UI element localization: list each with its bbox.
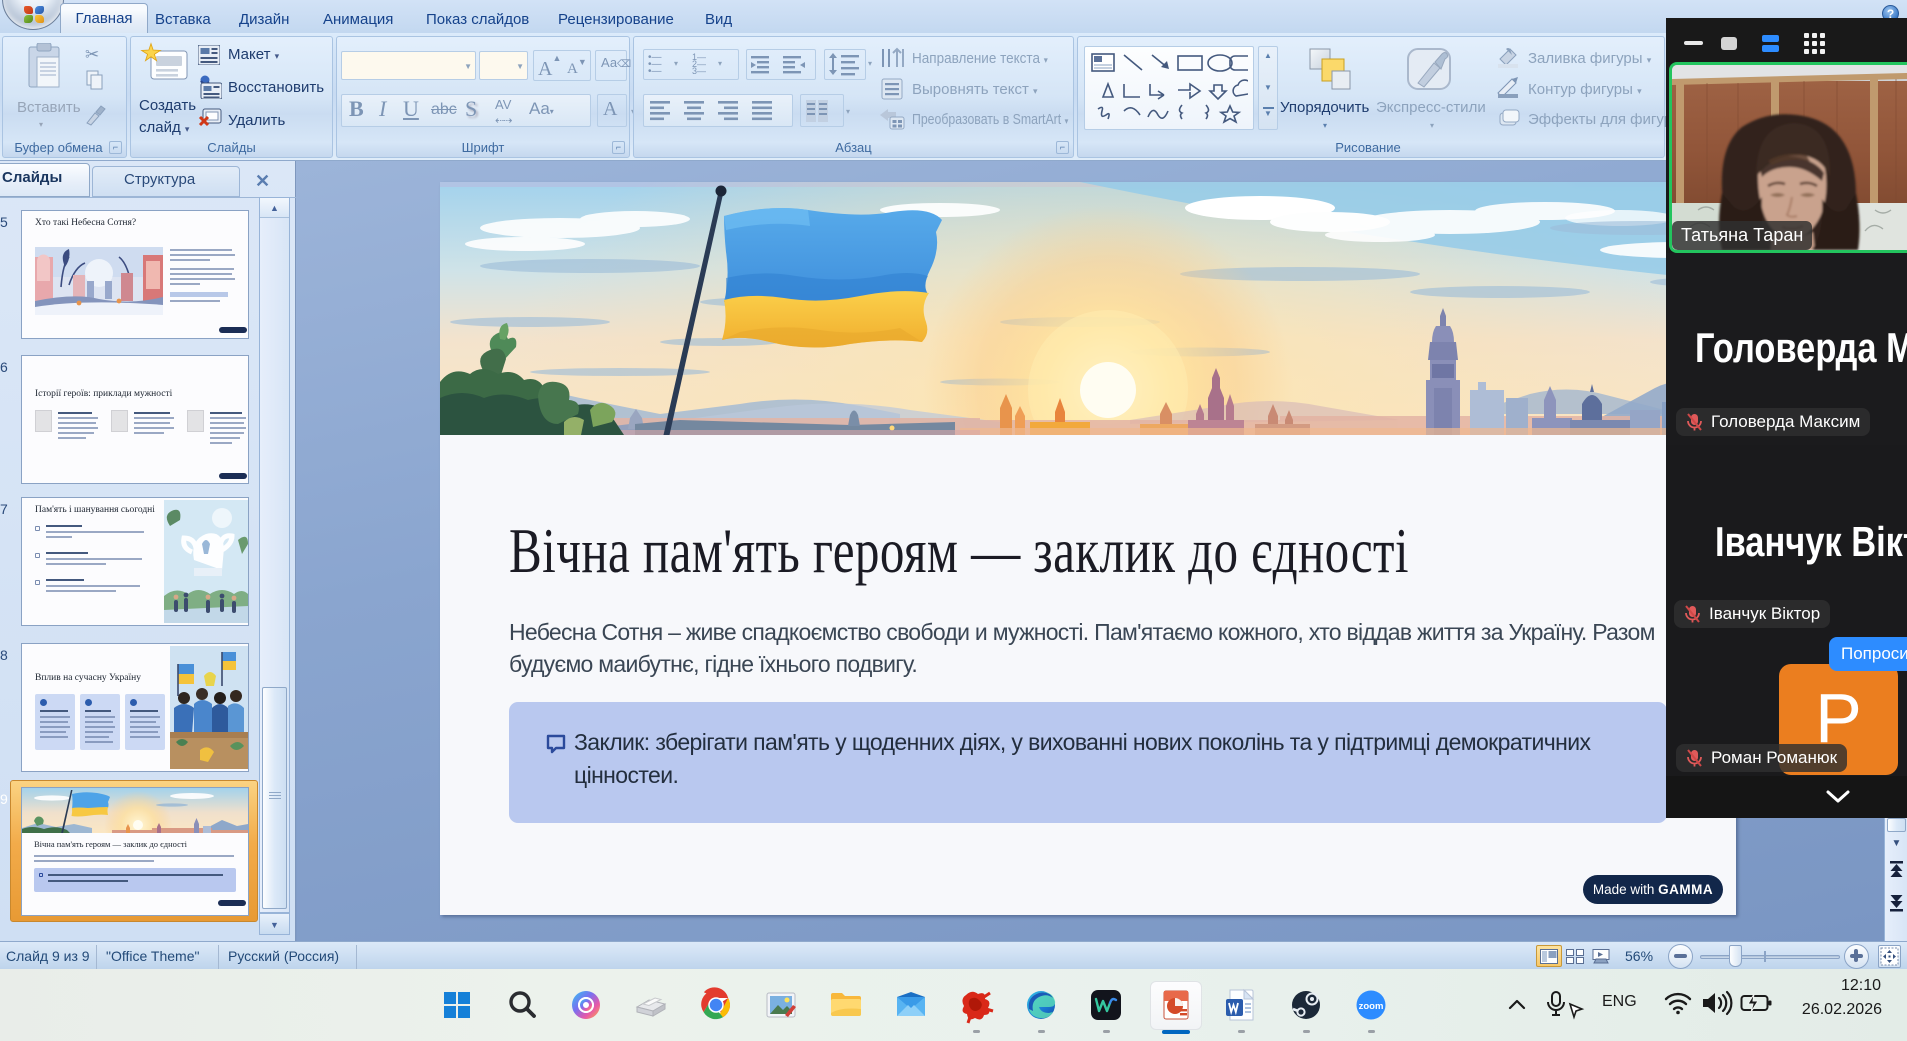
svg-text:zoom: zoom [1359,1001,1384,1012]
